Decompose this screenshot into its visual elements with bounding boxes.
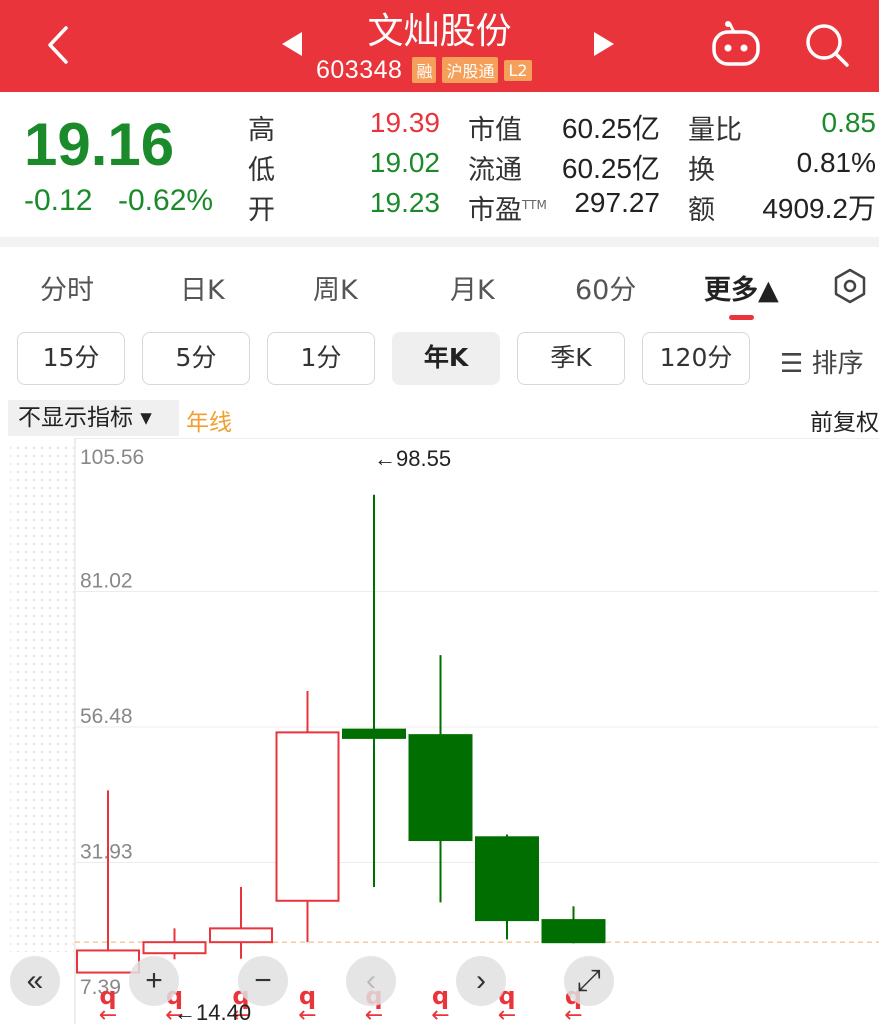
active-tab-indicator: [729, 315, 754, 320]
last-price: 19.16: [24, 111, 175, 178]
adjust-mode[interactable]: 前复权: [810, 403, 879, 437]
zoom-out-button[interactable]: −: [238, 956, 288, 1006]
robot-assistant-icon[interactable]: [710, 20, 762, 68]
fullscreen-button[interactable]: ⤢: [564, 956, 614, 1006]
period-120min[interactable]: 120分: [642, 332, 750, 385]
min-price-label: ←14.40: [174, 1000, 251, 1024]
y-tick-label: 105.56: [80, 446, 144, 469]
period-quarter-k[interactable]: 季K: [517, 332, 625, 385]
candle-body: [541, 919, 606, 944]
search-icon[interactable]: [802, 20, 852, 70]
y-tick-label: 81.02: [80, 569, 133, 592]
amount-value: 4909.2万: [762, 193, 876, 224]
vol-ratio-label: 量比: [688, 115, 742, 146]
candle-body: [209, 927, 273, 944]
period-5min[interactable]: 5分: [142, 332, 250, 385]
high-value: 19.39: [369, 107, 440, 138]
pe-label: 市盈: [468, 195, 522, 226]
stock-subline: 603348 融 沪股通 L2: [316, 54, 532, 86]
zoom-in-button[interactable]: +: [129, 956, 179, 1006]
event-arrow: ←: [564, 1003, 582, 1024]
candle-body: [475, 836, 539, 922]
tab-monthly-k[interactable]: 月K: [450, 268, 495, 307]
max-price-label: ←98.55: [374, 446, 451, 471]
low-value: 19.02: [369, 147, 440, 178]
candle-body: [76, 949, 140, 974]
period-year-k[interactable]: 年K: [392, 332, 500, 385]
tab-intraday[interactable]: 分时: [40, 268, 94, 307]
sort-button[interactable]: ☰ 排序: [780, 343, 864, 380]
float-value: 60.25亿: [561, 153, 660, 184]
high-label: 高: [248, 115, 275, 146]
chart-left-pad: [10, 442, 74, 952]
indicator-dropdown[interactable]: 不显示指标 ▾: [8, 400, 179, 436]
scroll-right-button[interactable]: ›: [456, 956, 506, 1006]
candle-body: [142, 941, 207, 955]
tab-weekly-k[interactable]: 周K: [313, 268, 358, 307]
section-divider: [0, 237, 879, 247]
pe-label-wrap: 市盈TTM: [468, 188, 547, 227]
scroll-left-button[interactable]: ‹: [346, 956, 396, 1006]
prev-stock-icon[interactable]: [280, 30, 304, 58]
y-tick-label: 31.93: [80, 841, 133, 864]
next-stock-icon[interactable]: [592, 30, 616, 58]
zoom-left-button[interactable]: «: [10, 956, 60, 1006]
vol-ratio-value: 0.85: [821, 107, 877, 138]
event-arrow: ←: [298, 1003, 316, 1024]
mktcap-label: 市值: [468, 115, 522, 146]
pe-value: 297.27: [574, 187, 660, 218]
low-label: 低: [248, 155, 275, 186]
quote-panel: 19.16 -0.12 -0.62% 高 低 开 19.39 19.02 19.…: [0, 92, 879, 237]
open-label: 开: [248, 195, 275, 226]
turnover-value: 0.81%: [796, 147, 876, 178]
event-arrow: ←: [431, 1003, 449, 1024]
tag-l2: L2: [504, 59, 532, 81]
candle-body: [342, 728, 406, 739]
y-tick-label: 56.48: [80, 705, 133, 728]
period-15min[interactable]: 15分: [17, 332, 125, 385]
stock-code: 603348: [316, 55, 403, 84]
tab-more[interactable]: 更多▲: [704, 268, 779, 307]
top-header: 文灿股份 603348 融 沪股通 L2: [0, 0, 879, 92]
period-1min[interactable]: 1分: [267, 332, 375, 385]
tab-60min[interactable]: 60分: [575, 268, 636, 307]
price-change: -0.12: [24, 184, 93, 217]
open-value: 19.23: [369, 187, 440, 218]
candlestick-chart[interactable]: 105.5681.0256.4831.937.39q←q←q←q←q←q←q←q…: [0, 438, 879, 1024]
candle-body: [275, 731, 340, 902]
event-arrow: ←: [99, 1003, 117, 1024]
turnover-label: 换: [688, 155, 715, 186]
candle-body: [408, 734, 473, 842]
price-change-pct: -0.62%: [118, 184, 214, 217]
yearline-legend: 年线: [186, 410, 232, 436]
tab-daily-k[interactable]: 日K: [180, 268, 225, 307]
amount-label: 额: [688, 195, 715, 226]
settings-hex-icon[interactable]: [832, 268, 868, 304]
mktcap-value: 60.25亿: [561, 113, 660, 144]
tag-connect: 沪股通: [442, 57, 499, 83]
float-label: 流通: [468, 155, 522, 186]
tag-margin: 融: [412, 57, 437, 83]
event-arrow: ←: [498, 1003, 516, 1024]
event-arrow: ←: [365, 1003, 383, 1024]
